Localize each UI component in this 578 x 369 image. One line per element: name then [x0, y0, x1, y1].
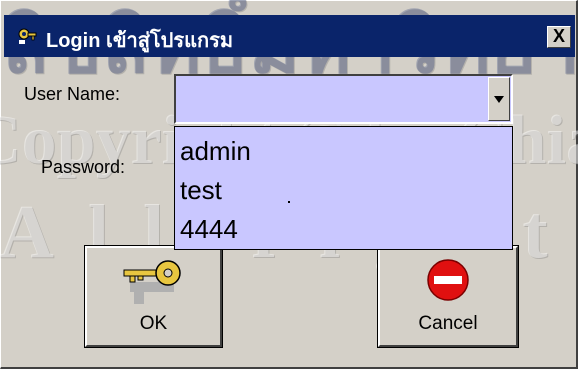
dropdown-option-admin[interactable]: admin: [180, 136, 251, 167]
username-label: User Name:: [24, 84, 121, 104]
ok-label[interactable]: OK: [87, 313, 220, 335]
dropdown-option-4444[interactable]: 4444: [180, 214, 238, 245]
cancel-label[interactable]: Cancel: [380, 313, 516, 335]
chevron-down-icon: [494, 96, 504, 103]
login-dialog: ลิขสิทธิ์มหาวิทยาลัยเชียงใหม่ Login เข้า…: [0, 0, 578, 369]
key-icon: [123, 260, 181, 304]
username-dropdown-list[interactable]: admin test 4444: [174, 126, 513, 250]
app-key-icon: [18, 28, 37, 44]
close-icon[interactable]: X: [553, 26, 565, 46]
password-label: Password:: [41, 157, 126, 177]
combo-dropdown-button[interactable]: [488, 77, 510, 121]
ok-button[interactable]: OK: [84, 245, 223, 348]
username-combobox[interactable]: [174, 74, 513, 124]
cancel-button[interactable]: Cancel: [377, 245, 519, 348]
no-entry-icon: [427, 259, 469, 301]
window-title: Login เข้าสู่โปรแกรม: [46, 30, 234, 52]
cursor-dot: [288, 201, 290, 203]
close-button[interactable]: X: [547, 26, 571, 48]
title-bar: Login เข้าสู่โปรแกรม X: [4, 15, 575, 57]
dropdown-option-test[interactable]: test: [180, 175, 222, 206]
